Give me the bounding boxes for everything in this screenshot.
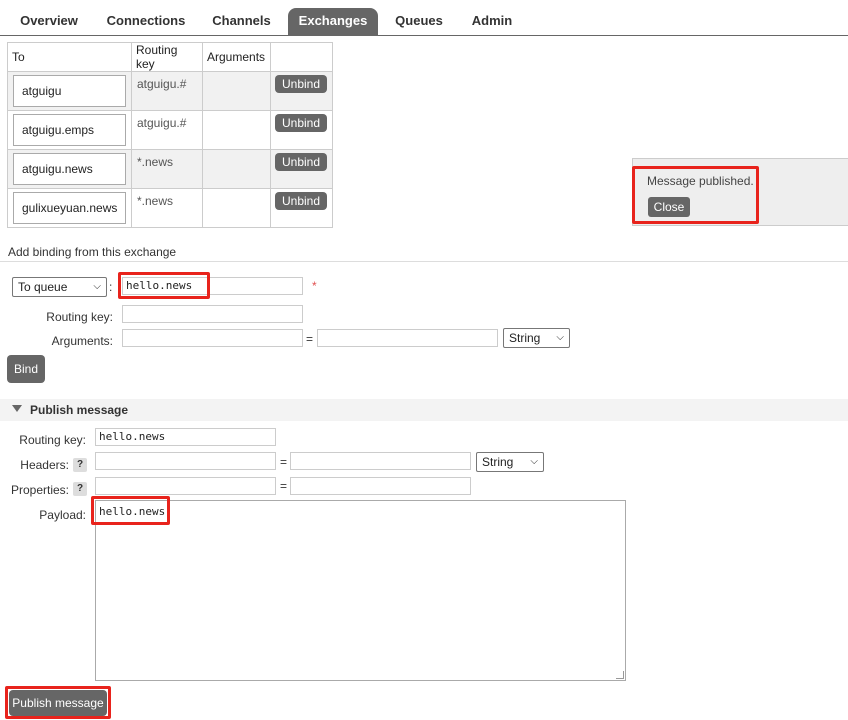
tab-admin[interactable]: Admin (462, 8, 522, 36)
tab-connections[interactable]: Connections (99, 8, 193, 36)
binding-routing-key-input[interactable] (122, 305, 303, 323)
equals-sign: = (280, 479, 288, 493)
binding-arguments (202, 188, 271, 228)
notice-text: Message published. (647, 174, 754, 188)
resize-handle-icon[interactable] (616, 671, 624, 679)
tab-exchanges[interactable]: Exchanges (288, 8, 378, 36)
divider (0, 261, 848, 262)
headers-help-icon[interactable]: ? (73, 458, 87, 472)
headers-label: Headers: (20, 458, 69, 472)
column-header-arguments: Arguments (202, 42, 271, 72)
binding-argument-type-select[interactable]: String ⌵ (503, 328, 570, 348)
message-published-notice: Message published. Close (632, 158, 848, 226)
publish-message-section-header[interactable]: Publish message (0, 399, 848, 421)
binding-destination-link[interactable]: atguigu.news (13, 153, 126, 185)
publish-routing-key-input[interactable]: hello.news (95, 428, 276, 446)
publish-message-title: Publish message (30, 403, 129, 417)
tab-overview[interactable]: Overview (8, 8, 90, 36)
payload-text: hello.news (99, 505, 166, 518)
header-type-select[interactable]: String ⌵ (476, 452, 544, 472)
binding-routing-key: *.news (137, 194, 174, 208)
binding-arguments (202, 149, 271, 189)
add-binding-title: Add binding from this exchange (8, 245, 177, 259)
destination-type-select[interactable]: To queue ⌵ (12, 277, 107, 297)
table-row: atguigu atguigu.# Unbind (7, 71, 333, 111)
chevron-down-icon: ⌵ (93, 281, 101, 292)
unbind-button[interactable]: Unbind (275, 75, 328, 93)
binding-destination-link[interactable]: atguigu (13, 75, 126, 107)
binding-argument-value-input[interactable] (317, 329, 498, 347)
argument-type-value: String (509, 331, 541, 345)
equals-sign: = (280, 455, 288, 469)
header-value-input[interactable] (290, 452, 471, 470)
colon-label: : (109, 280, 113, 294)
column-header-actions (270, 42, 333, 72)
column-header-to: To (7, 42, 132, 72)
binding-routing-key: atguigu.# (137, 77, 187, 91)
binding-arguments-label: Arguments: (51, 334, 113, 348)
binding-arguments (202, 110, 271, 150)
close-button[interactable]: Close (648, 197, 690, 217)
binding-arguments (202, 71, 271, 111)
collapse-arrow-icon (12, 405, 22, 412)
header-type-value: String (482, 455, 514, 469)
header-key-input[interactable] (95, 452, 276, 470)
binding-routing-key-label: Routing key: (46, 310, 113, 324)
payload-textarea[interactable]: hello.news (95, 500, 626, 681)
unbind-button[interactable]: Unbind (275, 114, 328, 132)
bind-button[interactable]: Bind (7, 355, 45, 383)
unbind-button[interactable]: Unbind (275, 192, 328, 210)
binding-destination-link[interactable]: gulixueyuan.news (13, 192, 126, 224)
bindings-table: To Routing key Arguments atguigu atguigu… (7, 42, 333, 228)
destination-name-input[interactable]: hello.news (122, 277, 303, 295)
chevron-down-icon: ⌵ (556, 332, 564, 343)
properties-label: Properties: (10, 483, 69, 497)
tab-queues[interactable]: Queues (386, 8, 452, 36)
table-row: gulixueyuan.news *.news Unbind (7, 188, 333, 228)
required-mark: * (312, 279, 317, 293)
destination-type-value: To queue (18, 280, 68, 294)
property-key-input[interactable] (95, 477, 276, 495)
tab-channels[interactable]: Channels (203, 8, 280, 36)
properties-help-icon[interactable]: ? (73, 482, 87, 496)
binding-routing-key: *.news (137, 155, 174, 169)
unbind-button[interactable]: Unbind (275, 153, 328, 171)
nav-tabs: Overview Connections Channels Exchanges … (0, 0, 848, 36)
table-row: atguigu.news *.news Unbind (7, 149, 333, 189)
payload-label: Payload: (39, 508, 86, 522)
table-row: atguigu.emps atguigu.# Unbind (7, 110, 333, 150)
equals-sign: = (306, 332, 314, 346)
binding-argument-key-input[interactable] (122, 329, 303, 347)
column-header-routing-key: Routing key (131, 42, 203, 72)
binding-destination-link[interactable]: atguigu.emps (13, 114, 126, 146)
property-value-input[interactable] (290, 477, 471, 495)
publish-message-button[interactable]: Publish message (9, 690, 107, 716)
chevron-down-icon: ⌵ (530, 456, 538, 467)
table-header-row: To Routing key Arguments (7, 42, 333, 72)
binding-routing-key: atguigu.# (137, 116, 187, 130)
publish-routing-key-label: Routing key: (19, 433, 86, 447)
